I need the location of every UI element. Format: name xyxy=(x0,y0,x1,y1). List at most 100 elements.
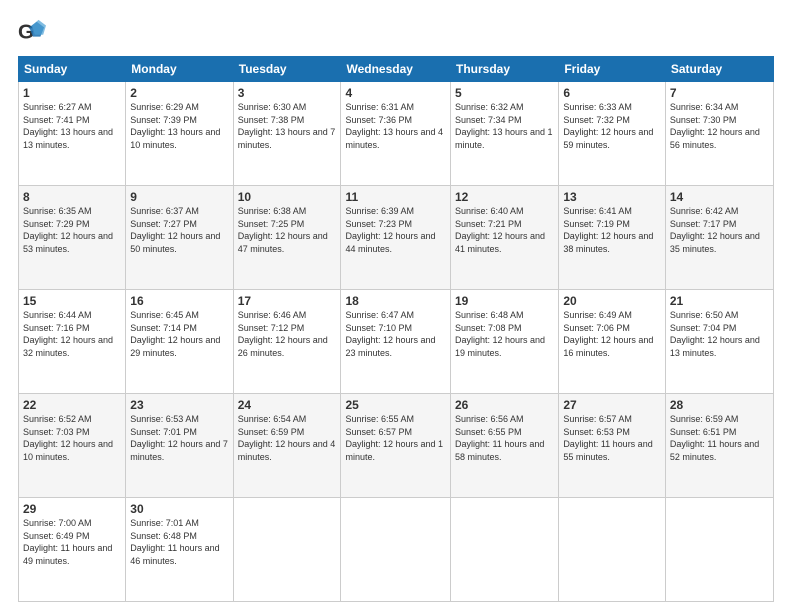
day-info: Sunrise: 6:38 AMSunset: 7:25 PMDaylight:… xyxy=(238,206,328,254)
calendar-cell: 26 Sunrise: 6:56 AMSunset: 6:55 PMDaylig… xyxy=(451,394,559,498)
calendar-cell: 30 Sunrise: 7:01 AMSunset: 6:48 PMDaylig… xyxy=(126,498,233,602)
calendar-table: Sunday Monday Tuesday Wednesday Thursday… xyxy=(18,56,774,602)
day-number: 24 xyxy=(238,398,337,412)
day-info: Sunrise: 6:50 AMSunset: 7:04 PMDaylight:… xyxy=(670,310,760,358)
day-info: Sunrise: 6:44 AMSunset: 7:16 PMDaylight:… xyxy=(23,310,113,358)
calendar-cell: 23 Sunrise: 6:53 AMSunset: 7:01 PMDaylig… xyxy=(126,394,233,498)
day-info: Sunrise: 6:57 AMSunset: 6:53 PMDaylight:… xyxy=(563,414,652,462)
calendar-week-row: 29 Sunrise: 7:00 AMSunset: 6:49 PMDaylig… xyxy=(19,498,774,602)
day-info: Sunrise: 6:53 AMSunset: 7:01 PMDaylight:… xyxy=(130,414,228,462)
header-monday: Monday xyxy=(126,57,233,82)
day-info: Sunrise: 6:27 AMSunset: 7:41 PMDaylight:… xyxy=(23,102,113,150)
day-number: 22 xyxy=(23,398,121,412)
day-number: 3 xyxy=(238,86,337,100)
calendar-cell: 9 Sunrise: 6:37 AMSunset: 7:27 PMDayligh… xyxy=(126,186,233,290)
calendar-cell: 25 Sunrise: 6:55 AMSunset: 6:57 PMDaylig… xyxy=(341,394,451,498)
day-number: 14 xyxy=(670,190,769,204)
day-info: Sunrise: 6:39 AMSunset: 7:23 PMDaylight:… xyxy=(345,206,435,254)
header-thursday: Thursday xyxy=(451,57,559,82)
calendar-cell: 3 Sunrise: 6:30 AMSunset: 7:38 PMDayligh… xyxy=(233,82,341,186)
day-number: 15 xyxy=(23,294,121,308)
day-info: Sunrise: 6:56 AMSunset: 6:55 PMDaylight:… xyxy=(455,414,544,462)
day-number: 16 xyxy=(130,294,228,308)
calendar-cell: 27 Sunrise: 6:57 AMSunset: 6:53 PMDaylig… xyxy=(559,394,666,498)
day-info: Sunrise: 7:01 AMSunset: 6:48 PMDaylight:… xyxy=(130,518,219,566)
day-number: 6 xyxy=(563,86,661,100)
calendar-cell: 21 Sunrise: 6:50 AMSunset: 7:04 PMDaylig… xyxy=(665,290,773,394)
header-saturday: Saturday xyxy=(665,57,773,82)
logo: G xyxy=(18,18,48,46)
day-number: 11 xyxy=(345,190,446,204)
calendar-cell: 18 Sunrise: 6:47 AMSunset: 7:10 PMDaylig… xyxy=(341,290,451,394)
day-number: 1 xyxy=(23,86,121,100)
calendar-week-row: 15 Sunrise: 6:44 AMSunset: 7:16 PMDaylig… xyxy=(19,290,774,394)
day-number: 13 xyxy=(563,190,661,204)
day-info: Sunrise: 6:29 AMSunset: 7:39 PMDaylight:… xyxy=(130,102,220,150)
day-number: 12 xyxy=(455,190,554,204)
day-info: Sunrise: 6:40 AMSunset: 7:21 PMDaylight:… xyxy=(455,206,545,254)
day-number: 30 xyxy=(130,502,228,516)
day-info: Sunrise: 6:35 AMSunset: 7:29 PMDaylight:… xyxy=(23,206,113,254)
calendar-cell: 20 Sunrise: 6:49 AMSunset: 7:06 PMDaylig… xyxy=(559,290,666,394)
day-number: 2 xyxy=(130,86,228,100)
day-number: 17 xyxy=(238,294,337,308)
calendar-cell xyxy=(559,498,666,602)
day-number: 8 xyxy=(23,190,121,204)
day-info: Sunrise: 6:55 AMSunset: 6:57 PMDaylight:… xyxy=(345,414,443,462)
day-info: Sunrise: 6:33 AMSunset: 7:32 PMDaylight:… xyxy=(563,102,653,150)
day-number: 25 xyxy=(345,398,446,412)
calendar-cell: 8 Sunrise: 6:35 AMSunset: 7:29 PMDayligh… xyxy=(19,186,126,290)
day-number: 4 xyxy=(345,86,446,100)
calendar-cell xyxy=(341,498,451,602)
calendar-cell: 14 Sunrise: 6:42 AMSunset: 7:17 PMDaylig… xyxy=(665,186,773,290)
header-tuesday: Tuesday xyxy=(233,57,341,82)
day-info: Sunrise: 6:31 AMSunset: 7:36 PMDaylight:… xyxy=(345,102,443,150)
day-number: 21 xyxy=(670,294,769,308)
day-info: Sunrise: 6:30 AMSunset: 7:38 PMDaylight:… xyxy=(238,102,336,150)
calendar-cell: 16 Sunrise: 6:45 AMSunset: 7:14 PMDaylig… xyxy=(126,290,233,394)
day-info: Sunrise: 6:49 AMSunset: 7:06 PMDaylight:… xyxy=(563,310,653,358)
day-info: Sunrise: 6:48 AMSunset: 7:08 PMDaylight:… xyxy=(455,310,545,358)
header: G xyxy=(18,18,774,46)
header-sunday: Sunday xyxy=(19,57,126,82)
day-info: Sunrise: 6:34 AMSunset: 7:30 PMDaylight:… xyxy=(670,102,760,150)
day-number: 5 xyxy=(455,86,554,100)
day-info: Sunrise: 6:45 AMSunset: 7:14 PMDaylight:… xyxy=(130,310,220,358)
calendar-cell: 17 Sunrise: 6:46 AMSunset: 7:12 PMDaylig… xyxy=(233,290,341,394)
calendar-cell: 10 Sunrise: 6:38 AMSunset: 7:25 PMDaylig… xyxy=(233,186,341,290)
day-number: 7 xyxy=(670,86,769,100)
day-info: Sunrise: 6:37 AMSunset: 7:27 PMDaylight:… xyxy=(130,206,220,254)
day-info: Sunrise: 6:59 AMSunset: 6:51 PMDaylight:… xyxy=(670,414,759,462)
calendar-cell: 15 Sunrise: 6:44 AMSunset: 7:16 PMDaylig… xyxy=(19,290,126,394)
day-info: Sunrise: 6:47 AMSunset: 7:10 PMDaylight:… xyxy=(345,310,435,358)
calendar-cell: 24 Sunrise: 6:54 AMSunset: 6:59 PMDaylig… xyxy=(233,394,341,498)
day-number: 28 xyxy=(670,398,769,412)
calendar-cell: 19 Sunrise: 6:48 AMSunset: 7:08 PMDaylig… xyxy=(451,290,559,394)
calendar-cell: 11 Sunrise: 6:39 AMSunset: 7:23 PMDaylig… xyxy=(341,186,451,290)
header-friday: Friday xyxy=(559,57,666,82)
calendar-cell: 7 Sunrise: 6:34 AMSunset: 7:30 PMDayligh… xyxy=(665,82,773,186)
day-number: 10 xyxy=(238,190,337,204)
day-info: Sunrise: 6:42 AMSunset: 7:17 PMDaylight:… xyxy=(670,206,760,254)
calendar-week-row: 1 Sunrise: 6:27 AMSunset: 7:41 PMDayligh… xyxy=(19,82,774,186)
calendar-cell: 5 Sunrise: 6:32 AMSunset: 7:34 PMDayligh… xyxy=(451,82,559,186)
day-info: Sunrise: 6:46 AMSunset: 7:12 PMDaylight:… xyxy=(238,310,328,358)
header-wednesday: Wednesday xyxy=(341,57,451,82)
calendar-cell xyxy=(665,498,773,602)
calendar-cell: 1 Sunrise: 6:27 AMSunset: 7:41 PMDayligh… xyxy=(19,82,126,186)
day-info: Sunrise: 6:32 AMSunset: 7:34 PMDaylight:… xyxy=(455,102,553,150)
weekday-header-row: Sunday Monday Tuesday Wednesday Thursday… xyxy=(19,57,774,82)
calendar-week-row: 8 Sunrise: 6:35 AMSunset: 7:29 PMDayligh… xyxy=(19,186,774,290)
calendar-week-row: 22 Sunrise: 6:52 AMSunset: 7:03 PMDaylig… xyxy=(19,394,774,498)
calendar-cell: 12 Sunrise: 6:40 AMSunset: 7:21 PMDaylig… xyxy=(451,186,559,290)
day-number: 20 xyxy=(563,294,661,308)
day-number: 19 xyxy=(455,294,554,308)
day-number: 9 xyxy=(130,190,228,204)
day-info: Sunrise: 6:52 AMSunset: 7:03 PMDaylight:… xyxy=(23,414,113,462)
calendar-cell xyxy=(233,498,341,602)
calendar-cell xyxy=(451,498,559,602)
day-info: Sunrise: 7:00 AMSunset: 6:49 PMDaylight:… xyxy=(23,518,112,566)
day-number: 27 xyxy=(563,398,661,412)
calendar-cell: 22 Sunrise: 6:52 AMSunset: 7:03 PMDaylig… xyxy=(19,394,126,498)
logo-icon: G xyxy=(18,18,46,46)
